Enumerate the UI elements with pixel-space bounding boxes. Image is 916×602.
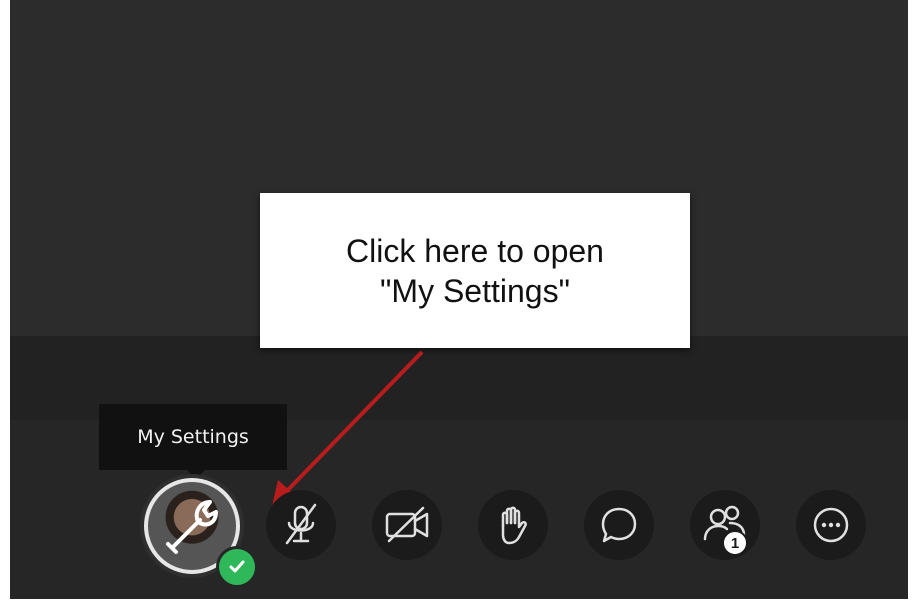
chat-button[interactable]	[584, 490, 654, 560]
my-settings-tooltip: My Settings	[99, 404, 287, 479]
tooltip-label: My Settings	[137, 426, 249, 448]
microphone-button[interactable]	[266, 490, 336, 560]
check-icon	[229, 560, 245, 573]
status-badge	[216, 546, 258, 588]
callout-line-1: Click here to open	[346, 232, 604, 269]
callout-line-2: "My Settings"	[380, 272, 570, 309]
raise-hand-button[interactable]	[478, 490, 548, 560]
camera-button[interactable]	[372, 490, 442, 560]
attendees-count-badge: 1	[722, 530, 748, 556]
more-options-button[interactable]	[796, 490, 866, 560]
session-stage: Click here to open "My Settings" My Sett…	[10, 0, 908, 599]
instruction-callout: Click here to open "My Settings"	[260, 193, 690, 348]
attendees-button[interactable]: 1	[690, 490, 760, 560]
camera-off-icon	[385, 506, 429, 543]
my-settings-button[interactable]	[140, 474, 258, 588]
more-options-icon	[813, 507, 849, 543]
microphone-muted-icon	[285, 503, 317, 545]
chat-bubble-icon	[601, 507, 637, 543]
raise-hand-icon	[501, 506, 527, 545]
